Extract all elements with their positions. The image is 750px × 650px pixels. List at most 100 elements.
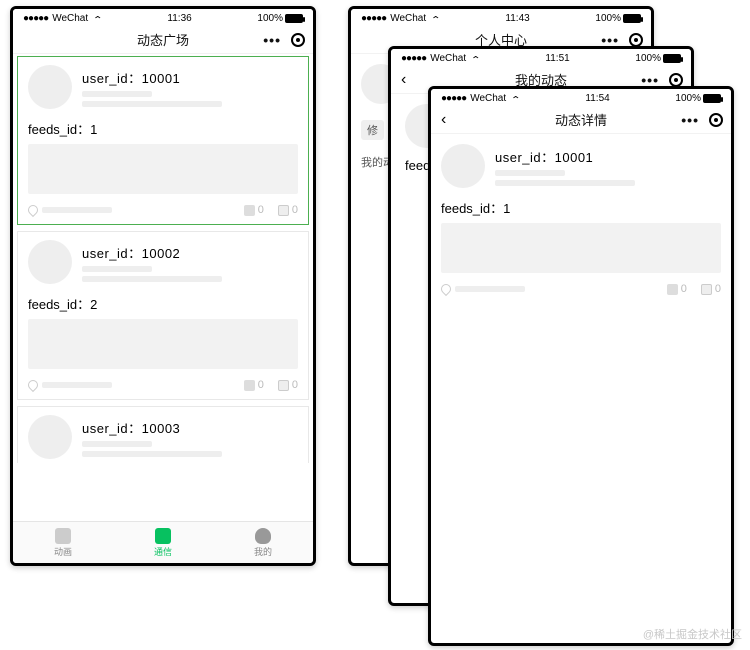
- wifi-icon: [92, 13, 102, 24]
- skeleton-line: [495, 170, 565, 176]
- phone-feed-detail: ●●●●● WeChat 11:54 100% ‹ 动态详情 ••• user_…: [428, 86, 734, 646]
- location-row: [28, 205, 112, 215]
- comment-icon: [278, 380, 289, 391]
- avatar: [441, 144, 485, 188]
- battery-pct: 100%: [595, 13, 621, 24]
- feeds-id-label: feeds_id：1: [18, 113, 308, 140]
- avatar: [28, 65, 72, 109]
- feeds-id-label: feeds_id：1: [431, 192, 731, 219]
- skeleton-line: [82, 101, 222, 107]
- battery-pct: 100%: [675, 93, 701, 104]
- like-button[interactable]: 0: [667, 283, 687, 295]
- pin-icon: [26, 203, 40, 217]
- clock: 11:54: [585, 93, 609, 104]
- more-icon[interactable]: •••: [681, 112, 699, 128]
- skeleton-line: [82, 91, 152, 97]
- battery-icon: [703, 94, 721, 103]
- carrier-label: WeChat: [430, 53, 466, 64]
- target-icon[interactable]: [629, 33, 643, 47]
- feed-card[interactable]: user_id：10002 feeds_id：2 0 0: [17, 231, 309, 400]
- tab-label: 通信: [154, 545, 172, 558]
- tab-mine[interactable]: 我的: [213, 522, 313, 563]
- feeds-id-label: feeds_id：2: [18, 288, 308, 315]
- comment-icon: [278, 205, 289, 216]
- like-button[interactable]: 0: [244, 204, 264, 216]
- more-icon[interactable]: •••: [263, 32, 281, 48]
- nav-bar: ‹ 动态详情 •••: [431, 106, 731, 134]
- user-id-label: user_id：10001: [495, 147, 721, 166]
- comment-count: 0: [715, 283, 721, 295]
- target-icon[interactable]: [669, 73, 683, 87]
- comment-count: 0: [292, 204, 298, 216]
- capsule: •••: [263, 32, 305, 48]
- like-button[interactable]: 0: [244, 379, 264, 391]
- battery-icon: [663, 54, 681, 63]
- back-icon[interactable]: ‹: [441, 111, 446, 129]
- target-icon[interactable]: [291, 33, 305, 47]
- avatar: [28, 415, 72, 459]
- battery-pct: 100%: [635, 53, 661, 64]
- user-id-label: user_id：10003: [82, 418, 298, 437]
- status-bar: ●●●●● WeChat 11:54 100%: [431, 89, 731, 106]
- status-bar: ●●●●● WeChat 11:43 100%: [351, 9, 651, 26]
- comment-button[interactable]: 0: [278, 379, 298, 391]
- skeleton-line: [495, 180, 635, 186]
- comment-button[interactable]: 0: [278, 204, 298, 216]
- feed-list: user_id：10001 feeds_id：1 0 0 user_id：100…: [13, 56, 313, 463]
- feed-card: user_id：10001 feeds_id：1 0 0: [431, 136, 731, 303]
- signal-dots: ●●●●●: [401, 53, 426, 64]
- play-icon: [55, 528, 71, 544]
- content-placeholder: [441, 223, 721, 273]
- skeleton-line: [82, 451, 222, 457]
- like-count: 0: [681, 283, 687, 295]
- feed-card[interactable]: user_id：10001 feeds_id：1 0 0: [17, 56, 309, 225]
- status-bar: ●●●●● WeChat 11:36 100%: [13, 9, 313, 26]
- clock: 11:43: [505, 13, 529, 24]
- tab-label: 动画: [54, 545, 72, 558]
- content-placeholder: [28, 144, 298, 194]
- person-icon: [255, 528, 271, 544]
- carrier-label: WeChat: [390, 13, 426, 24]
- signal-dots: ●●●●●: [441, 93, 466, 104]
- comment-icon: [701, 284, 712, 295]
- content-placeholder: [28, 319, 298, 369]
- skeleton-line: [42, 207, 112, 213]
- thumb-icon: [667, 284, 678, 295]
- battery-icon: [623, 14, 641, 23]
- thumb-icon: [244, 380, 255, 391]
- battery-icon: [285, 14, 303, 23]
- feed-card[interactable]: user_id：10003: [17, 406, 309, 463]
- like-count: 0: [258, 204, 264, 216]
- phone-feed-square: ●●●●● WeChat 11:36 100% 动态广场 ••• user_id…: [10, 6, 316, 566]
- status-bar: ●●●●● WeChat 11:51 100%: [391, 49, 691, 66]
- pin-icon: [26, 378, 40, 392]
- clock: 11:51: [545, 53, 569, 64]
- tab-animation[interactable]: 动画: [13, 522, 113, 563]
- skeleton-line: [82, 441, 152, 447]
- signal-dots: ●●●●●: [361, 13, 386, 24]
- skeleton-line: [42, 382, 112, 388]
- skeleton-line: [82, 266, 152, 272]
- wifi-icon: [470, 53, 480, 64]
- chat-icon: [155, 528, 171, 544]
- carrier-label: WeChat: [470, 93, 506, 104]
- user-id-label: user_id：10001: [82, 68, 298, 87]
- edit-button[interactable]: 修: [361, 120, 384, 140]
- wifi-icon: [510, 93, 520, 104]
- user-id-label: user_id：10002: [82, 243, 298, 262]
- tab-communication[interactable]: 通信: [113, 522, 213, 563]
- comment-button[interactable]: 0: [701, 283, 721, 295]
- carrier-label: WeChat: [52, 13, 88, 24]
- tab-label: 我的: [254, 545, 272, 558]
- target-icon[interactable]: [709, 113, 723, 127]
- signal-dots: ●●●●●: [23, 13, 48, 24]
- battery-pct: 100%: [257, 13, 283, 24]
- thumb-icon: [244, 205, 255, 216]
- location-row: [28, 380, 112, 390]
- back-icon[interactable]: ‹: [401, 71, 406, 89]
- tab-bar: 动画 通信 我的: [13, 521, 313, 563]
- page-title: 动态详情: [555, 110, 607, 129]
- location-row: [441, 284, 525, 294]
- avatar: [28, 240, 72, 284]
- pin-icon: [439, 282, 453, 296]
